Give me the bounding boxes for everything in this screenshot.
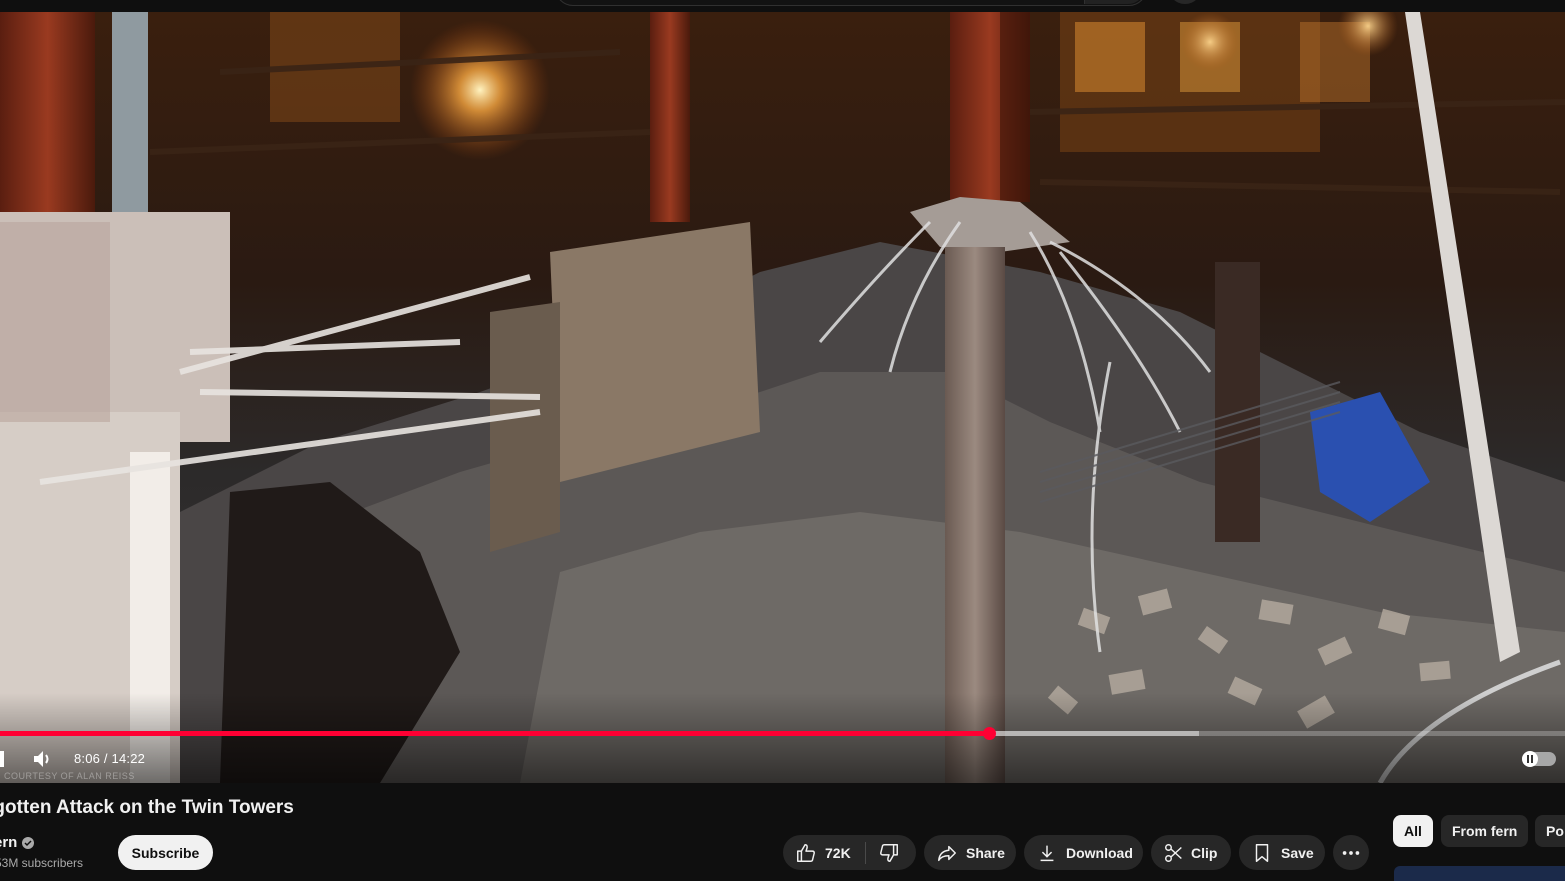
like-divider <box>864 841 866 864</box>
progress-played <box>0 731 990 736</box>
clip-label: Clip <box>1191 844 1218 861</box>
search-input[interactable] <box>555 0 1147 6</box>
player-controls: 8:06 / 14:22 <box>0 746 1565 772</box>
dislike-button[interactable] <box>878 842 900 864</box>
video-frame <box>0 12 1565 783</box>
autoplay-pause-icon <box>1522 751 1538 767</box>
volume-icon <box>34 751 49 767</box>
download-label: Download <box>1066 844 1133 861</box>
photo-credit: COURTESY OF ALAN REISS <box>4 771 135 781</box>
verified-icon <box>22 836 35 849</box>
scissors-icon <box>1163 842 1185 864</box>
more-actions-button[interactable] <box>1333 835 1369 870</box>
save-button[interactable]: Save <box>1239 835 1325 870</box>
like-dislike-group: 72K <box>783 835 916 870</box>
play-pause-button[interactable] <box>0 751 4 767</box>
chip-related[interactable]: Po <box>1535 815 1565 847</box>
like-count[interactable]: 72K <box>825 845 851 861</box>
video-title: rgotten Attack on the Twin Towers <box>0 797 294 818</box>
video-player[interactable]: COURTESY OF ALAN REISS 8:06 / 14:22 <box>0 12 1565 783</box>
channel-name-text[interactable]: ern <box>0 834 17 851</box>
share-label: Share <box>966 844 1005 861</box>
autoplay-toggle[interactable] <box>1522 751 1556 767</box>
clip-button[interactable]: Clip <box>1151 835 1231 870</box>
thumbs-up-icon <box>797 843 815 862</box>
scrubber-handle[interactable] <box>983 727 997 740</box>
chip-all[interactable]: All <box>1393 815 1433 847</box>
download-icon <box>1036 842 1058 864</box>
like-button[interactable] <box>795 842 817 864</box>
subscribe-button[interactable]: Subscribe <box>118 835 213 870</box>
masthead <box>0 0 1565 12</box>
subscriber-count: 53M subscribers <box>0 856 84 870</box>
more-horizontal-icon <box>1340 842 1362 864</box>
channel-name[interactable]: ern <box>0 834 35 851</box>
chip-from-channel[interactable]: From fern <box>1441 815 1529 847</box>
save-label: Save <box>1281 844 1314 861</box>
time-display: 8:06 / 14:22 <box>74 751 146 766</box>
share-icon <box>936 842 958 864</box>
bookmark-icon <box>1251 842 1273 864</box>
thumbs-down-icon <box>879 843 898 862</box>
progress-bar[interactable] <box>0 727 1565 740</box>
volume-button[interactable] <box>32 749 54 769</box>
download-button[interactable]: Download <box>1024 835 1143 870</box>
related-video-thumbnail[interactable] <box>1394 866 1565 881</box>
voice-search-button[interactable] <box>1168 0 1202 4</box>
share-button[interactable]: Share <box>924 835 1016 870</box>
